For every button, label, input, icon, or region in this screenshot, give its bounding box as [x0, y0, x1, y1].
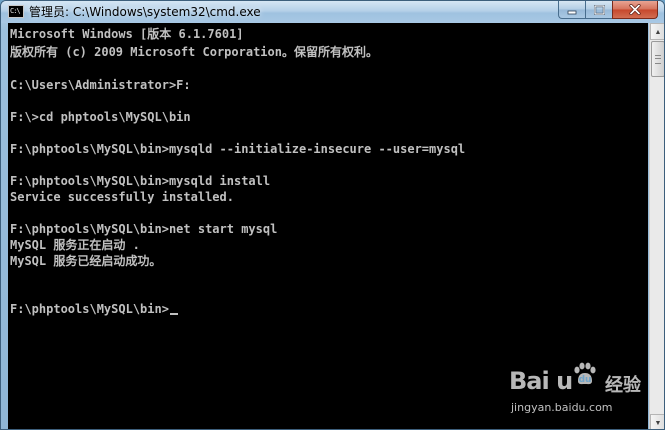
title-bar[interactable]: C:\ 管理员: C:\Windows\system32\cmd.exe	[1, 1, 664, 23]
cmd-console-icon[interactable]: C:\	[8, 5, 24, 18]
console-line: Service successfully installed.	[10, 190, 234, 204]
close-icon	[629, 4, 641, 15]
console-line: F:\>cd phptools\MySQL\bin	[10, 110, 191, 124]
console-prompt-line: F:\phptools\MySQL\bin>	[10, 302, 178, 316]
minimize-button[interactable]	[558, 1, 585, 19]
window-controls	[558, 1, 658, 19]
grip-icon	[655, 55, 661, 64]
console-line: MySQL 服务已经启动成功。	[10, 254, 162, 268]
console-line: F:\phptools\MySQL\bin>mysqld install	[10, 174, 271, 188]
console-line: 版权所有 (c) 2009 Microsoft Corporation。保留所有…	[10, 45, 378, 59]
minimize-icon	[567, 10, 577, 14]
scroll-up-button[interactable]: ▲	[650, 23, 664, 40]
arrow-down-icon: ▼	[654, 418, 662, 427]
close-button[interactable]	[612, 1, 658, 19]
console-line: C:\Users\Administrator>F:	[10, 78, 191, 92]
console-prompt: F:\phptools\MySQL\bin>	[10, 302, 169, 316]
console-line: F:\phptools\MySQL\bin>mysqld --initializ…	[10, 142, 466, 156]
console-line: Microsoft Windows [版本 6.1.7601]	[10, 27, 244, 41]
console-line: F:\phptools\MySQL\bin>net start mysql	[10, 222, 278, 236]
scroll-thumb[interactable]	[651, 41, 664, 77]
maximize-icon	[593, 4, 605, 15]
cmd-window: C:\ 管理员: C:\Windows\system32\cmd.exe Mic…	[0, 0, 665, 430]
console-line: MySQL 服务正在启动 .	[10, 238, 140, 252]
scroll-down-button[interactable]: ▼	[650, 414, 664, 429]
console-output[interactable]: Microsoft Windows [版本 6.1.7601] 版权所有 (c)…	[8, 23, 648, 429]
maximize-button[interactable]	[585, 1, 612, 19]
arrow-up-icon: ▲	[654, 27, 662, 36]
window-title: 管理员: C:\Windows\system32\cmd.exe	[29, 5, 261, 19]
text-cursor	[169, 313, 178, 315]
vertical-scrollbar[interactable]: ▲ ▼	[649, 23, 664, 429]
